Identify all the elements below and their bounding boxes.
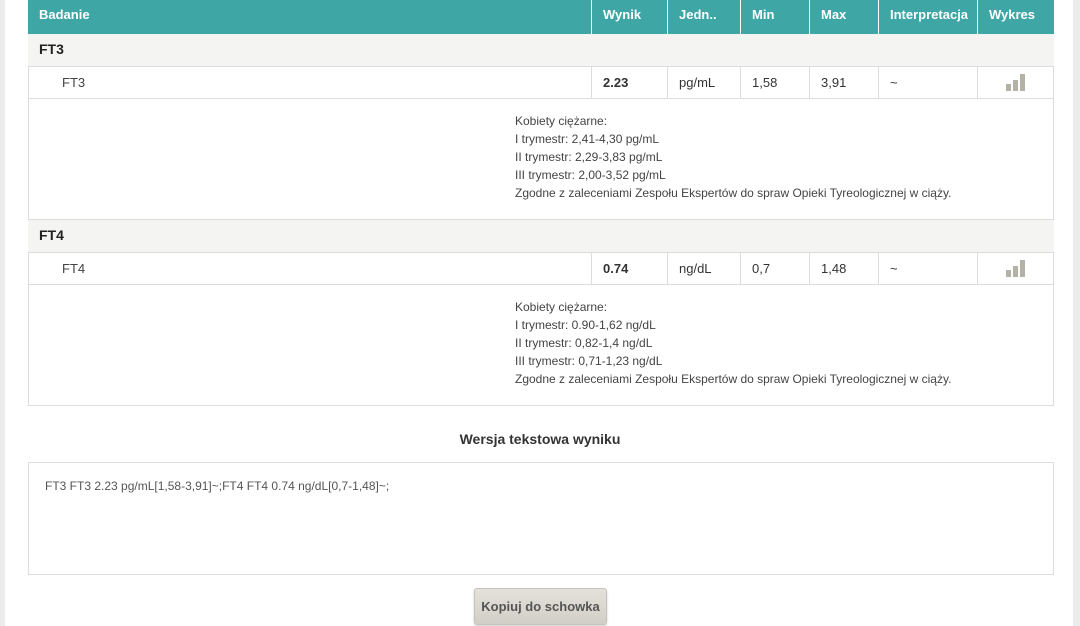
header-wynik[interactable]: Wynik — [592, 0, 668, 34]
note-line: II trymestr: 2,29-3,83 pg/mL — [515, 150, 663, 164]
note-line: III trymestr: 0,71-1,23 ng/dL — [515, 354, 663, 368]
cell-jedn: pg/mL — [668, 67, 741, 98]
cell-wykres — [978, 67, 1052, 98]
cell-wynik: 0.74 — [592, 253, 668, 284]
header-jedn[interactable]: Jedn.. — [668, 0, 741, 34]
cell-jedn: ng/dL — [668, 253, 741, 284]
bar-chart-icon[interactable] — [1005, 260, 1025, 277]
note-line: Zgodne z zaleceniami Zespołu Ekspertów d… — [515, 372, 952, 386]
note-line: I trymestr: 2,41-4,30 pg/mL — [515, 132, 660, 146]
header-wykres[interactable]: Wykres — [978, 0, 1054, 34]
text-version-title: Wersja tekstowa wyniku — [459, 431, 621, 447]
group-header-ft3: FT3 — [28, 34, 1054, 67]
note-line: Kobiety ciężarne: — [515, 300, 608, 314]
note-line: I trymestr: 0.90-1,62 ng/dL — [515, 318, 656, 332]
note-line: III trymestr: 2,00-3,52 pg/mL — [515, 168, 666, 182]
group-header-ft4: FT4 — [28, 220, 1054, 253]
note-line: Zgodne z zaleceniami Zespołu Ekspertów d… — [515, 186, 952, 200]
header-min[interactable]: Min — [741, 0, 810, 34]
cell-min: 1,58 — [741, 67, 810, 98]
cell-badanie: FT3 — [29, 67, 592, 98]
note-line: II trymestr: 0,82-1,4 ng/dL — [515, 336, 653, 350]
cell-wykres — [978, 253, 1052, 284]
cell-max: 1,48 — [810, 253, 879, 284]
cell-interpretacja: ~ — [879, 67, 978, 98]
results-table: Badanie Wynik Jedn.. Min Max Interpretac… — [28, 0, 1054, 406]
cell-wynik: 2.23 — [592, 67, 668, 98]
cell-min: 0,7 — [741, 253, 810, 284]
text-version-box[interactable]: FT3 FT3 2.23 pg/mL[1,58-3,91]~;FT4 FT4 0… — [28, 462, 1054, 575]
note-ft4: Kobiety ciężarne: I trymestr: 0.90-1,62 … — [28, 285, 1054, 406]
table-header: Badanie Wynik Jedn.. Min Max Interpretac… — [28, 0, 1054, 34]
table-row: FT3 2.23 pg/mL 1,58 3,91 ~ — [28, 67, 1054, 99]
header-badanie[interactable]: Badanie — [28, 0, 592, 34]
note-line: Kobiety ciężarne: — [515, 114, 608, 128]
table-row: FT4 0.74 ng/dL 0,7 1,48 ~ — [28, 253, 1054, 285]
bar-chart-icon[interactable] — [1005, 74, 1025, 91]
header-interpretacja[interactable]: Interpretacja — [879, 0, 978, 34]
header-max[interactable]: Max — [810, 0, 879, 34]
cell-badanie: FT4 — [29, 253, 592, 284]
copy-to-clipboard-button[interactable]: Kopiuj do schowka — [474, 588, 607, 625]
cell-interpretacja: ~ — [879, 253, 978, 284]
cell-max: 3,91 — [810, 67, 879, 98]
note-ft3: Kobiety ciężarne: I trymestr: 2,41-4,30 … — [28, 99, 1054, 220]
